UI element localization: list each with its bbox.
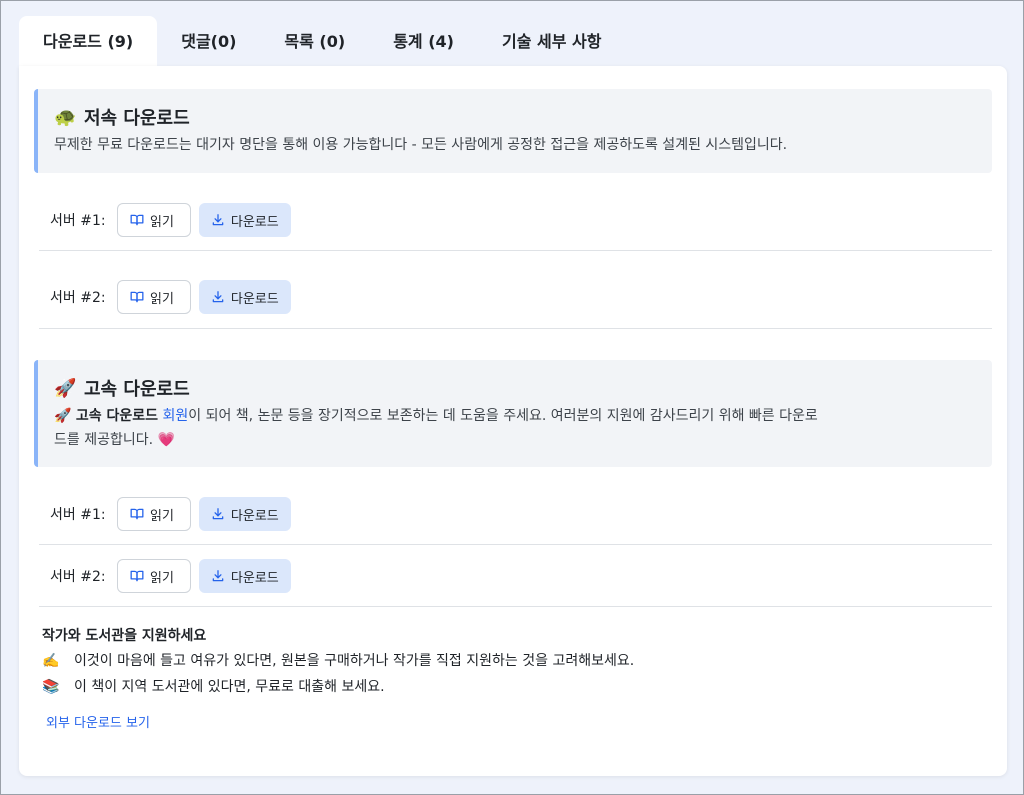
download-button[interactable]: 다운로드 [198, 280, 291, 314]
book-open-icon [130, 507, 144, 521]
book-open-icon [130, 569, 144, 583]
slow-server-2: 서버 #2: 읽기 다운로드 [39, 280, 291, 314]
heart-icon: 💗 [157, 432, 175, 448]
rocket-icon: 🚀 [54, 408, 72, 424]
download-button[interactable]: 다운로드 [198, 497, 291, 531]
support-title: 작가와 도서관을 지원하세요 [42, 628, 207, 644]
support-item-library: 📚 이 책이 지역 도서관에 있다면, 무료로 대출해 보세요. [42, 674, 982, 700]
download-button[interactable]: 다운로드 [198, 559, 291, 593]
slow-download-header: 🐢 저속 다운로드 무제한 무료 다운로드는 대기자 명단을 통해 이용 가능합… [34, 89, 992, 173]
tab-comments[interactable]: 댓글(0) [157, 16, 260, 67]
read-button[interactable]: 읽기 [117, 497, 191, 531]
read-button[interactable]: 읽기 [117, 280, 191, 314]
server-label: 서버 #1: [50, 213, 106, 229]
book-open-icon [130, 290, 144, 304]
server-label: 서버 #1: [50, 507, 106, 523]
tab-bar: 다운로드 (9) 댓글(0) 목록 (0) 통계 (4) 기술 세부 사항 [19, 16, 625, 67]
fast-download-description: 🚀 고속 다운로드 회원이 되어 책, 논문 등을 장기적으로 보존하는 데 도… [54, 408, 818, 448]
slow-server-1: 서버 #1: 읽기 다운로드 [39, 203, 291, 237]
tab-lists[interactable]: 목록 (0) [260, 16, 369, 67]
rocket-icon: 🚀 [54, 377, 77, 399]
slow-download-title: 🐢 저속 다운로드 [54, 106, 190, 130]
download-icon [211, 213, 225, 227]
read-button[interactable]: 읽기 [117, 559, 191, 593]
tab-technical-details[interactable]: 기술 세부 사항 [478, 16, 625, 67]
download-button[interactable]: 다운로드 [198, 203, 291, 237]
writing-hand-icon: ✍️ [42, 653, 60, 669]
tab-downloads[interactable]: 다운로드 (9) [19, 16, 158, 67]
slow-download-description: 무제한 무료 다운로드는 대기자 명단을 통해 이용 가능합니다 - 모든 사람… [54, 137, 788, 153]
divider [39, 250, 992, 251]
books-icon: 📚 [42, 679, 60, 695]
read-button[interactable]: 읽기 [117, 203, 191, 237]
fast-download-title: 🚀 고속 다운로드 [54, 377, 190, 401]
server-label: 서버 #2: [50, 569, 106, 585]
divider [39, 328, 992, 329]
download-icon [211, 290, 225, 304]
turtle-icon: 🐢 [54, 106, 77, 128]
support-item-buy: ✍️ 이것이 마음에 들고 여유가 있다면, 원본을 구매하거나 작가를 직접 … [42, 648, 982, 674]
fast-download-header: 🚀 고속 다운로드 🚀 고속 다운로드 회원이 되어 책, 논문 등을 장기적으… [34, 360, 992, 467]
divider [39, 606, 992, 607]
server-label: 서버 #2: [50, 290, 106, 306]
downloads-panel: 🐢 저속 다운로드 무제한 무료 다운로드는 대기자 명단을 통해 이용 가능합… [19, 66, 1007, 776]
download-icon [211, 507, 225, 521]
divider [39, 544, 992, 545]
download-icon [211, 569, 225, 583]
fast-server-2: 서버 #2: 읽기 다운로드 [39, 559, 291, 593]
book-open-icon [130, 213, 144, 227]
external-downloads-link[interactable]: 외부 다운로드 보기 [42, 712, 982, 731]
membership-link[interactable]: 회원 [163, 408, 189, 424]
tab-stats[interactable]: 통계 (4) [369, 16, 478, 67]
support-section: 작가와 도서관을 지원하세요 ✍️ 이것이 마음에 들고 여유가 있다면, 원본… [42, 624, 982, 731]
fast-server-1: 서버 #1: 읽기 다운로드 [39, 497, 291, 531]
